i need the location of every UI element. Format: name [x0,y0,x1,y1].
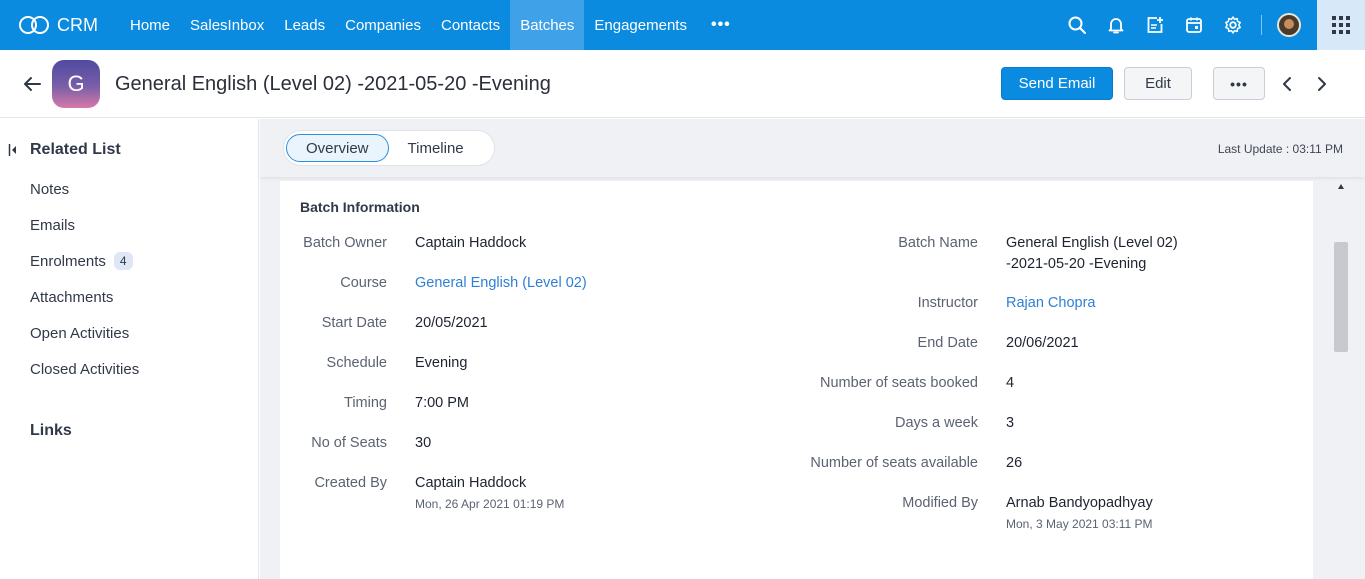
gear-icon[interactable] [1213,0,1252,50]
sidebar-item-attachments[interactable]: Attachments [30,289,113,306]
record-header: G General English (Level 02) -2021-05-20… [0,50,1365,118]
view-tabs: Overview Timeline [283,130,495,166]
nav-tab-batches[interactable]: Batches [510,0,585,50]
field-label-course: Course [340,275,387,291]
record-title: General English (Level 02) -2021-05-20 -… [115,73,551,95]
sidebar-item-label: Emails [30,217,76,234]
add-note-icon[interactable] [1135,0,1174,50]
module-tabs: Home SalesInbox Leads Companies Contacts… [120,0,745,50]
sidebar-item-label: Notes [30,181,70,198]
top-navigation-bar: CRM Home SalesInbox Leads Companies Cont… [0,0,1365,50]
field-value-no-of-seats[interactable]: 30 [415,433,431,454]
field-value-batch-owner[interactable]: Captain Haddock [415,233,526,254]
brand-name: CRM [57,14,98,35]
field-label-seats-available: Number of seats available [810,455,978,471]
bell-icon[interactable] [1096,0,1135,50]
field-value-end-date[interactable]: 20/06/2021 [1006,333,1079,354]
nav-more-button[interactable]: ••• [697,0,745,50]
nav-tab-home[interactable]: Home [120,0,180,50]
more-actions-button[interactable]: ••• [1213,67,1265,100]
nav-divider [1261,15,1262,35]
field-label-schedule: Schedule [326,355,387,371]
field-value-modified-by[interactable]: Arnab Bandyopadhyay [1006,493,1153,514]
links-heading[interactable]: Links [30,422,72,440]
next-record-icon[interactable] [1315,76,1329,92]
crm-logo-icon [19,14,51,36]
field-label-timing: Timing [344,395,387,411]
field-label-batch-owner: Batch Owner [303,235,387,251]
back-arrow-icon[interactable] [22,74,42,94]
crm-logo[interactable]: CRM [19,14,120,36]
last-update-text: Last Update : 03:11 PM [1217,142,1343,156]
field-value-created-by[interactable]: Captain Haddock [415,473,526,494]
sidebar-item-emails[interactable]: Emails [30,217,75,234]
field-label-batch-name: Batch Name [898,235,978,251]
batch-information-card: Batch Information Batch Owner Captain Ha… [280,181,1313,579]
related-list-sidebar: Related List Notes Emails Enrolments 4 At… [0,119,259,579]
section-title: Batch Information [300,199,420,215]
field-label-end-date: End Date [917,335,978,351]
tab-overview[interactable]: Overview [286,134,389,162]
edit-button[interactable]: Edit [1124,67,1192,100]
created-timestamp: Mon, 26 Apr 2021 01:19 PM [415,497,565,511]
field-value-batch-name-line1[interactable]: General English (Level 02) [1006,233,1178,254]
field-label-days-a-week: Days a week [894,415,978,431]
field-value-days-a-week[interactable]: 3 [1006,413,1014,434]
nav-tab-companies[interactable]: Companies [335,0,431,50]
tabs-bar: Overview Timeline Last Update : 03:11 PM [260,119,1365,177]
field-value-schedule[interactable]: Evening [415,353,467,374]
field-value-timing[interactable]: 7:00 PM [415,393,469,414]
related-list-heading: Related List [30,141,121,158]
field-value-seats-booked[interactable]: 4 [1006,373,1014,394]
sidebar-item-enrolments[interactable]: Enrolments 4 [30,252,133,270]
record-avatar: G [52,60,100,108]
modified-timestamp: Mon, 3 May 2021 03:11 PM [1006,517,1153,531]
field-value-start-date[interactable]: 20/05/2021 [415,313,488,334]
field-value-instructor-link[interactable]: Rajan Chopra [1006,293,1095,314]
sidebar-item-open-activities[interactable]: Open Activities [30,325,129,342]
nav-tab-salesinbox[interactable]: SalesInbox [180,0,274,50]
field-label-created-by: Created By [314,475,387,491]
nav-tab-contacts[interactable]: Contacts [431,0,510,50]
previous-record-icon[interactable] [1280,76,1294,92]
field-label-instructor: Instructor [917,295,978,311]
send-email-button[interactable]: Send Email [1001,67,1113,100]
field-label-modified-by: Modified By [902,495,978,511]
user-avatar[interactable] [1277,13,1301,37]
collapse-sidebar-icon[interactable] [8,143,18,157]
count-badge: 4 [113,252,133,270]
nav-tab-leads[interactable]: Leads [274,0,335,50]
search-icon[interactable] [1057,0,1096,50]
sidebar-item-label: Closed Activities [30,361,140,378]
sidebar-item-closed-activities[interactable]: Closed Activities [30,361,139,378]
record-detail-area: Overview Timeline Last Update : 03:11 PM… [260,119,1365,579]
field-label-seats-booked: Number of seats booked [820,375,978,391]
tab-timeline[interactable]: Timeline [389,134,483,162]
scroll-up-arrow-icon[interactable] [1338,184,1344,189]
sidebar-item-notes[interactable]: Notes [30,181,69,198]
scrollbar-thumb[interactable] [1334,242,1348,352]
calendar-icon[interactable] [1174,0,1213,50]
sidebar-item-label: Attachments [30,289,114,306]
field-label-no-of-seats: No of Seats [311,435,387,451]
sidebar-item-label: Open Activities [30,325,130,342]
sidebar-item-label: Enrolments [30,252,106,270]
nav-tab-engagements[interactable]: Engagements [584,0,697,50]
field-value-batch-name-line2[interactable]: -2021-05-20 -Evening [1006,254,1146,275]
field-value-seats-available[interactable]: 26 [1006,453,1022,474]
vertical-scrollbar[interactable] [1334,180,1348,579]
field-value-course-link[interactable]: General English (Level 02) [415,273,587,294]
field-label-start-date: Start Date [321,315,387,331]
apps-grid-icon[interactable] [1317,0,1365,50]
